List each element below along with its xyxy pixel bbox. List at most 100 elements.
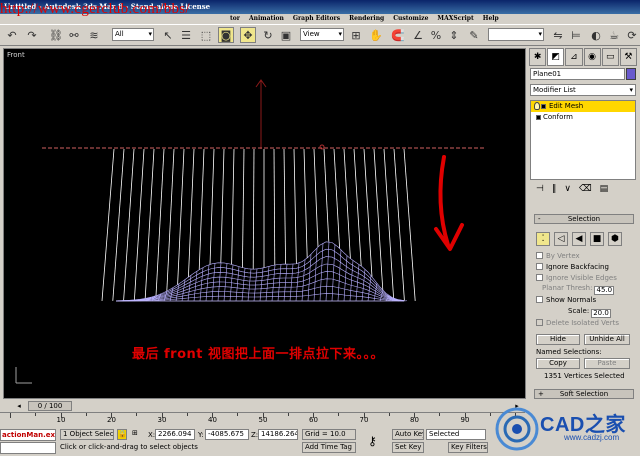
menu-item-customize[interactable]: Customize xyxy=(393,14,428,24)
soft-selection-rollout-header[interactable]: + Soft Selection xyxy=(534,389,634,399)
ignore-visible-edges-checkbox[interactable]: Ignore Visible Edges xyxy=(536,274,617,282)
select-manipulate-icon[interactable]: ✋ xyxy=(368,27,384,43)
vertex-column-line xyxy=(112,148,125,301)
render-scene-icon[interactable]: ☕ xyxy=(606,27,622,43)
quick-render-icon[interactable]: ⟳ xyxy=(624,27,640,43)
x-coordinate-field[interactable]: 2266.094 xyxy=(155,429,195,440)
mirror-icon[interactable]: ⇋ xyxy=(550,27,566,43)
face-mode-icon[interactable]: ◀ xyxy=(572,232,586,246)
percent-snap-icon[interactable]: % xyxy=(428,27,444,43)
stack-item-conform[interactable]: Conform xyxy=(531,112,635,123)
make-unique-icon[interactable]: ∨ xyxy=(564,184,571,196)
absolute-mode-icon[interactable]: ⊞ xyxy=(130,429,146,440)
polygon-mode-icon[interactable]: ■ xyxy=(590,232,604,246)
planar-thresh-spinner[interactable]: Planar Thresh: 45.0 xyxy=(542,284,615,295)
menu-item-rendering[interactable]: Rendering xyxy=(349,14,384,24)
align-icon[interactable]: ⊨ xyxy=(568,27,584,43)
ruler-tick-label: 50 xyxy=(258,416,268,424)
material-editor-icon[interactable]: ◐ xyxy=(588,27,604,43)
object-color-swatch[interactable] xyxy=(626,68,636,80)
scale-spinner[interactable]: Scale: 20.0 xyxy=(568,307,612,318)
vertex-column-line xyxy=(363,148,373,277)
hierarchy-tab-icon[interactable]: ⊿ xyxy=(565,48,583,66)
menu-item-help[interactable]: Help xyxy=(483,14,499,24)
vertex-column-line xyxy=(323,148,330,242)
spinner-snap-icon[interactable]: ⇕ xyxy=(446,27,462,43)
vertex-column-line xyxy=(144,148,155,299)
menu-item-maxscript[interactable]: MAXScript xyxy=(437,14,473,24)
reference-coordinate-dropdown[interactable]: View xyxy=(300,28,344,41)
selection-rollout-header[interactable]: - Selection xyxy=(534,214,634,224)
modify-tab-icon[interactable]: ◩ xyxy=(547,48,565,66)
named-selection-sets-icon[interactable]: ✎ xyxy=(466,27,482,43)
add-time-tag-button[interactable]: Add Time Tag xyxy=(302,442,356,453)
display-tab-icon[interactable]: ▭ xyxy=(601,48,619,66)
vertex-column-line xyxy=(188,148,195,278)
time-slider[interactable]: 0 / 100 xyxy=(28,401,72,411)
track-bar[interactable]: 10 20 30 40 50 60 70 80 90 xyxy=(0,412,525,424)
unlink-icon[interactable]: ⚯ xyxy=(66,27,82,43)
undo-icon[interactable]: ↶ xyxy=(4,27,20,43)
set-key-button[interactable]: Set Key xyxy=(392,442,424,453)
pin-stack-icon[interactable]: ⊣ xyxy=(536,184,544,196)
time-slider-bar: ◂ 0 / 100 ▸ xyxy=(0,400,525,412)
utilities-tab-icon[interactable]: ⚒ xyxy=(619,48,638,66)
time-slider-left-icon[interactable]: ◂ xyxy=(14,401,24,411)
bind-to-space-warp-icon[interactable]: ≋ xyxy=(86,27,102,43)
hide-button[interactable]: Hide xyxy=(536,334,580,345)
maxscript-listener-output[interactable] xyxy=(0,442,56,454)
show-end-result-icon[interactable]: ‖ xyxy=(552,184,557,196)
create-tab-icon[interactable]: ✱ xyxy=(529,48,547,66)
z-coordinate-field[interactable]: 14186.264 xyxy=(258,429,298,440)
expand-icon[interactable] xyxy=(536,115,541,120)
select-and-scale-icon[interactable]: ▣ xyxy=(278,27,294,43)
menu-item-views[interactable]: tor xyxy=(230,14,240,24)
selection-filter-dropdown[interactable]: All xyxy=(112,28,154,41)
time-slider-right-icon[interactable]: ▸ xyxy=(512,401,522,411)
select-and-move-icon[interactable]: ✥ xyxy=(240,27,256,43)
menu-item-graph-editors[interactable]: Graph Editors xyxy=(293,14,340,24)
ruler-tick xyxy=(388,413,390,416)
maxscript-listener[interactable]: actionMan.ex xyxy=(0,429,56,441)
front-viewport[interactable]: Front 最后 front 视图把上面一排点拉下来。。。 xyxy=(3,48,526,399)
vertex-mode-icon[interactable]: ⁚ xyxy=(536,232,550,246)
configure-modifier-sets-icon[interactable]: ▤ xyxy=(600,184,609,196)
motion-tab-icon[interactable]: ◉ xyxy=(583,48,601,66)
lightbulb-icon[interactable] xyxy=(534,102,540,110)
redo-icon[interactable]: ↷ xyxy=(24,27,40,43)
remove-modifier-icon[interactable]: ⌫ xyxy=(579,184,592,196)
rectangular-selection-icon[interactable]: ⬚ xyxy=(198,27,214,43)
select-object-icon[interactable]: ↖ xyxy=(160,27,176,43)
window-crossing-icon[interactable]: ◙ xyxy=(218,27,234,43)
paste-button[interactable]: Paste xyxy=(584,358,630,369)
element-mode-icon[interactable]: ⬢ xyxy=(608,232,622,246)
select-by-name-icon[interactable]: ☰ xyxy=(178,27,194,43)
auto-key-button[interactable]: Auto Key xyxy=(392,429,424,440)
menu-item-animation[interactable]: Animation xyxy=(249,14,284,24)
key-icon[interactable]: ⚷ xyxy=(368,434,377,448)
unhide-all-button[interactable]: Unhide All xyxy=(584,334,630,345)
stack-item-edit-mesh[interactable]: Edit Mesh xyxy=(531,101,635,112)
delete-isolated-verts-checkbox[interactable]: Delete Isolated Verts xyxy=(536,319,619,327)
use-pivot-point-icon[interactable]: ⊞ xyxy=(348,27,364,43)
selection-lock-icon[interactable]: 🔒 xyxy=(117,429,127,440)
ruler-tick-label: 30 xyxy=(157,416,167,424)
select-and-link-icon[interactable]: ⛓ xyxy=(48,27,64,43)
named-selection-dropdown[interactable] xyxy=(488,28,544,41)
snaps-toggle-icon[interactable]: 🧲 xyxy=(390,27,406,43)
select-and-rotate-icon[interactable]: ↻ xyxy=(260,27,276,43)
edge-mode-icon[interactable]: ◁ xyxy=(554,232,568,246)
main-toolbar: ↶ ↷ ⛓ ⚯ ≋ All ↖ ☰ ⬚ ◙ ✥ ↻ ▣ View ⊞ ✋ 🧲 ∠… xyxy=(0,24,640,46)
ignore-backfacing-checkbox[interactable]: Ignore Backfacing xyxy=(536,263,609,271)
show-normals-checkbox[interactable]: Show Normals xyxy=(536,296,596,304)
object-name-field[interactable]: Plane01 xyxy=(530,68,625,80)
key-mode-dropdown[interactable]: Selected xyxy=(426,429,486,440)
expand-icon[interactable] xyxy=(541,104,546,109)
by-vertex-checkbox[interactable]: By Vertex xyxy=(536,252,580,260)
key-filters-button[interactable]: Key Filters... xyxy=(448,442,488,453)
ruler-tick xyxy=(287,413,289,416)
y-coordinate-field[interactable]: -4085.675 xyxy=(205,429,249,440)
angle-snap-icon[interactable]: ∠ xyxy=(410,27,426,43)
modifier-list-dropdown[interactable]: Modifier List xyxy=(530,84,636,96)
copy-button[interactable]: Copy xyxy=(536,358,580,369)
